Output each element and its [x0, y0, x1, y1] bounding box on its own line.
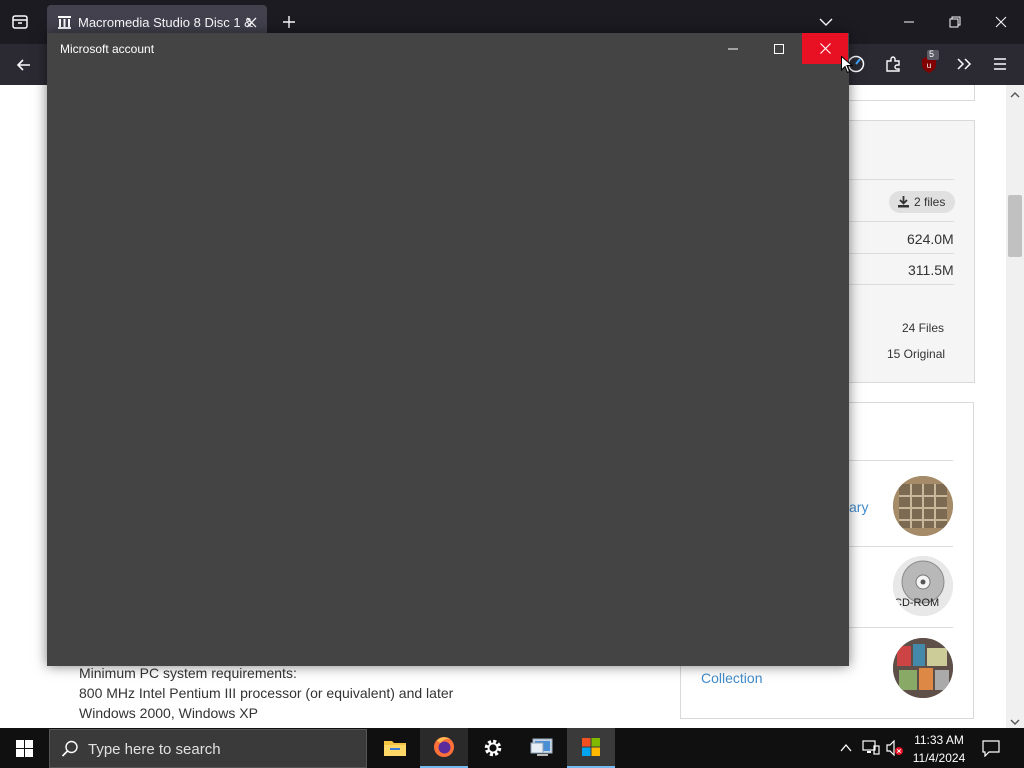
close-tab-icon[interactable]: [245, 16, 258, 29]
microsoft-store-icon[interactable]: [567, 728, 615, 768]
show-hidden-icons-chevron[interactable]: [839, 741, 853, 755]
back-arrow-icon[interactable]: [14, 55, 34, 75]
requirements-line-3: Windows 2000, Windows XP: [79, 705, 258, 721]
action-center-notification-icon[interactable]: [982, 739, 1000, 758]
tab-title: Macromedia Studio 8 Disc 1 &: [78, 15, 253, 30]
remote-desktop-icon[interactable]: [518, 728, 566, 768]
archive-favicon-icon: [57, 15, 72, 30]
mouse-cursor-icon: [841, 55, 854, 74]
page-scrollbar[interactable]: [1006, 85, 1024, 728]
library-shelves-thumbnail[interactable]: [893, 476, 953, 536]
download-icon: [897, 195, 910, 208]
taskbar-clock[interactable]: 11:33 AM 11/4/2024: [908, 731, 970, 767]
file-size-2: 311.5M: [908, 262, 954, 278]
new-tab-button[interactable]: [281, 14, 297, 30]
start-windows-icon[interactable]: [0, 728, 48, 768]
scroll-up-arrow-icon[interactable]: [1010, 87, 1020, 98]
clock-date: 11/4/2024: [912, 751, 966, 765]
file-size-1: 624.0M: [907, 231, 954, 247]
search-placeholder: Type here to search: [88, 741, 221, 758]
microsoft-account-dialog: Microsoft account: [47, 33, 849, 666]
dialog-title: Microsoft account: [60, 42, 155, 56]
files-button-label: 2 files: [914, 195, 946, 209]
cd-rom-label: CD-ROM: [894, 597, 940, 609]
restore-browser-button[interactable]: [948, 15, 962, 29]
files-count[interactable]: 24 Files: [902, 321, 944, 335]
ublock-origin-icon[interactable]: u 5: [918, 49, 942, 76]
extensions-puzzle-icon[interactable]: [883, 54, 903, 74]
requirements-line-1: Minimum PC system requirements:: [79, 665, 297, 681]
clock-time: 11:33 AM: [914, 733, 964, 747]
files-download-button[interactable]: 2 files: [889, 191, 955, 213]
close-browser-button[interactable]: [994, 15, 1008, 29]
search-magnifier-icon: [61, 740, 79, 758]
scroll-down-arrow-icon[interactable]: [1010, 714, 1020, 725]
dialog-maximize-button[interactable]: [756, 33, 802, 64]
tab-overflow-chevron-icon[interactable]: [818, 14, 834, 30]
scrollbar-thumb[interactable]: [1008, 195, 1022, 257]
cd-rom-thumbnail[interactable]: CD-ROM: [893, 556, 953, 616]
firefox-taskbar-icon[interactable]: [420, 728, 468, 768]
hamburger-menu-icon[interactable]: [990, 54, 1010, 74]
file-explorer-icon[interactable]: [371, 728, 419, 768]
minimize-browser-button[interactable]: [902, 15, 916, 29]
taskbar-search-box[interactable]: Type here to search: [49, 729, 367, 768]
extension-badge: 5: [929, 49, 935, 59]
software-boxes-thumbnail[interactable]: [893, 638, 953, 698]
list-all-tabs-icon[interactable]: [10, 12, 30, 32]
network-icon[interactable]: [862, 740, 880, 756]
more-tools-chevrons-icon[interactable]: [954, 54, 974, 74]
dialog-minimize-button[interactable]: [710, 33, 756, 64]
original-count[interactable]: 15 Original: [887, 347, 945, 361]
volume-muted-icon[interactable]: [886, 739, 904, 757]
requirements-line-2: 800 MHz Intel Pentium III processor (or …: [79, 685, 454, 701]
settings-gear-icon[interactable]: [469, 728, 517, 768]
collection-link-1[interactable]: ary: [849, 499, 868, 515]
svg-text:u: u: [927, 61, 931, 70]
collection-link-2[interactable]: Collection: [701, 670, 762, 686]
